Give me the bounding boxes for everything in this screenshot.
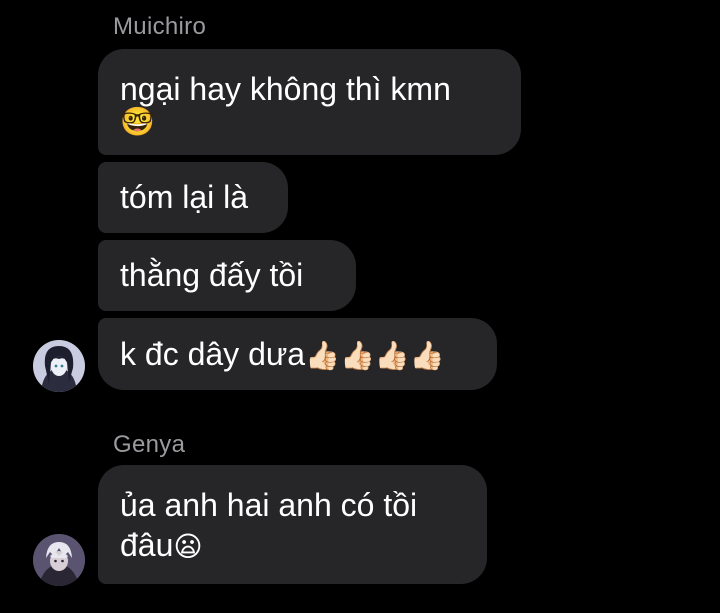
message-bubble[interactable]: k đc dây dưa👍🏻👍🏻👍🏻👍🏻: [98, 318, 497, 390]
message-bubble[interactable]: ủa anh hai anh có tồi đâu😦: [98, 465, 487, 584]
thumbs-up-emoji-icon: 👍🏻👍🏻👍🏻👍🏻: [305, 339, 445, 372]
message-text: ủa anh hai anh có tồi: [120, 487, 418, 523]
avatar[interactable]: [33, 340, 85, 392]
frowning-face-emoji-icon: 😦: [173, 530, 203, 563]
avatar[interactable]: [33, 534, 85, 586]
sender-name: Genya: [113, 431, 186, 458]
nerd-face-emoji-icon: 🤓: [120, 105, 155, 138]
muichiro-avatar-icon: [33, 340, 85, 392]
message-text-row: k đc dây dưa👍🏻👍🏻👍🏻👍🏻: [120, 334, 475, 376]
message-text: ngại hay không thì kmn: [120, 71, 451, 107]
genya-avatar-icon: [33, 534, 85, 586]
message-text-row: đâu😦: [120, 525, 465, 567]
message-text: tóm lại là: [120, 179, 249, 215]
sender-name: Muichiro: [113, 13, 207, 40]
message-text: k đc dây dưa: [120, 336, 306, 372]
message-text: thằng đấy tồi: [120, 257, 304, 293]
message-bubble[interactable]: tóm lại là: [98, 162, 288, 233]
message-bubble[interactable]: thằng đấy tồi: [98, 240, 356, 311]
message-text: đâu: [120, 527, 174, 563]
message-bubble[interactable]: ngại hay không thì kmn 🤓: [98, 49, 521, 155]
